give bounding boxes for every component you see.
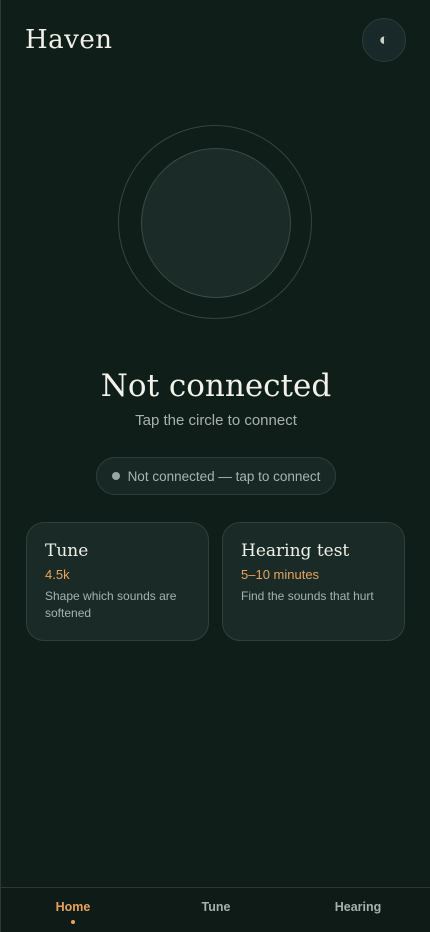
connection-pill-label: Not connected — tap to connect bbox=[127, 468, 321, 484]
nav-item-home[interactable]: Home bbox=[13, 899, 133, 915]
card-description: Find the sounds that hurt bbox=[241, 589, 374, 603]
tune-card[interactable]: Tune 4.5k Shape which sounds are softene… bbox=[26, 522, 209, 641]
connection-status-pill[interactable]: Not connected — tap to connect bbox=[96, 457, 336, 495]
status-dot-icon bbox=[111, 472, 120, 480]
connect-orb-button[interactable] bbox=[141, 148, 291, 298]
connection-status-title: Not connected bbox=[100, 368, 332, 404]
card-title: Hearing test bbox=[241, 541, 350, 561]
card-meta: 5–10 minutes bbox=[241, 567, 320, 582]
nav-item-tune[interactable]: Tune bbox=[156, 899, 276, 915]
contrast-icon: ◐ bbox=[378, 30, 390, 49]
active-indicator-dot bbox=[71, 920, 75, 924]
card-description: Shape which sounds are softened bbox=[45, 589, 177, 620]
hearing-test-card[interactable]: Hearing test 5–10 minutes Find the sound… bbox=[222, 522, 405, 641]
connection-status-subtitle: Tap the circle to connect bbox=[135, 412, 297, 429]
card-meta: 4.5k bbox=[45, 567, 70, 582]
theme-toggle-button[interactable]: ◐ bbox=[362, 18, 406, 62]
app-screen: Haven ◐ Not connected Tap the circle to … bbox=[0, 0, 430, 932]
app-title: Haven bbox=[25, 25, 113, 55]
card-title: Tune bbox=[45, 541, 89, 561]
nav-item-hearing[interactable]: Hearing bbox=[298, 899, 418, 915]
bottom-navigation: Home Tune Hearing bbox=[1, 887, 430, 932]
